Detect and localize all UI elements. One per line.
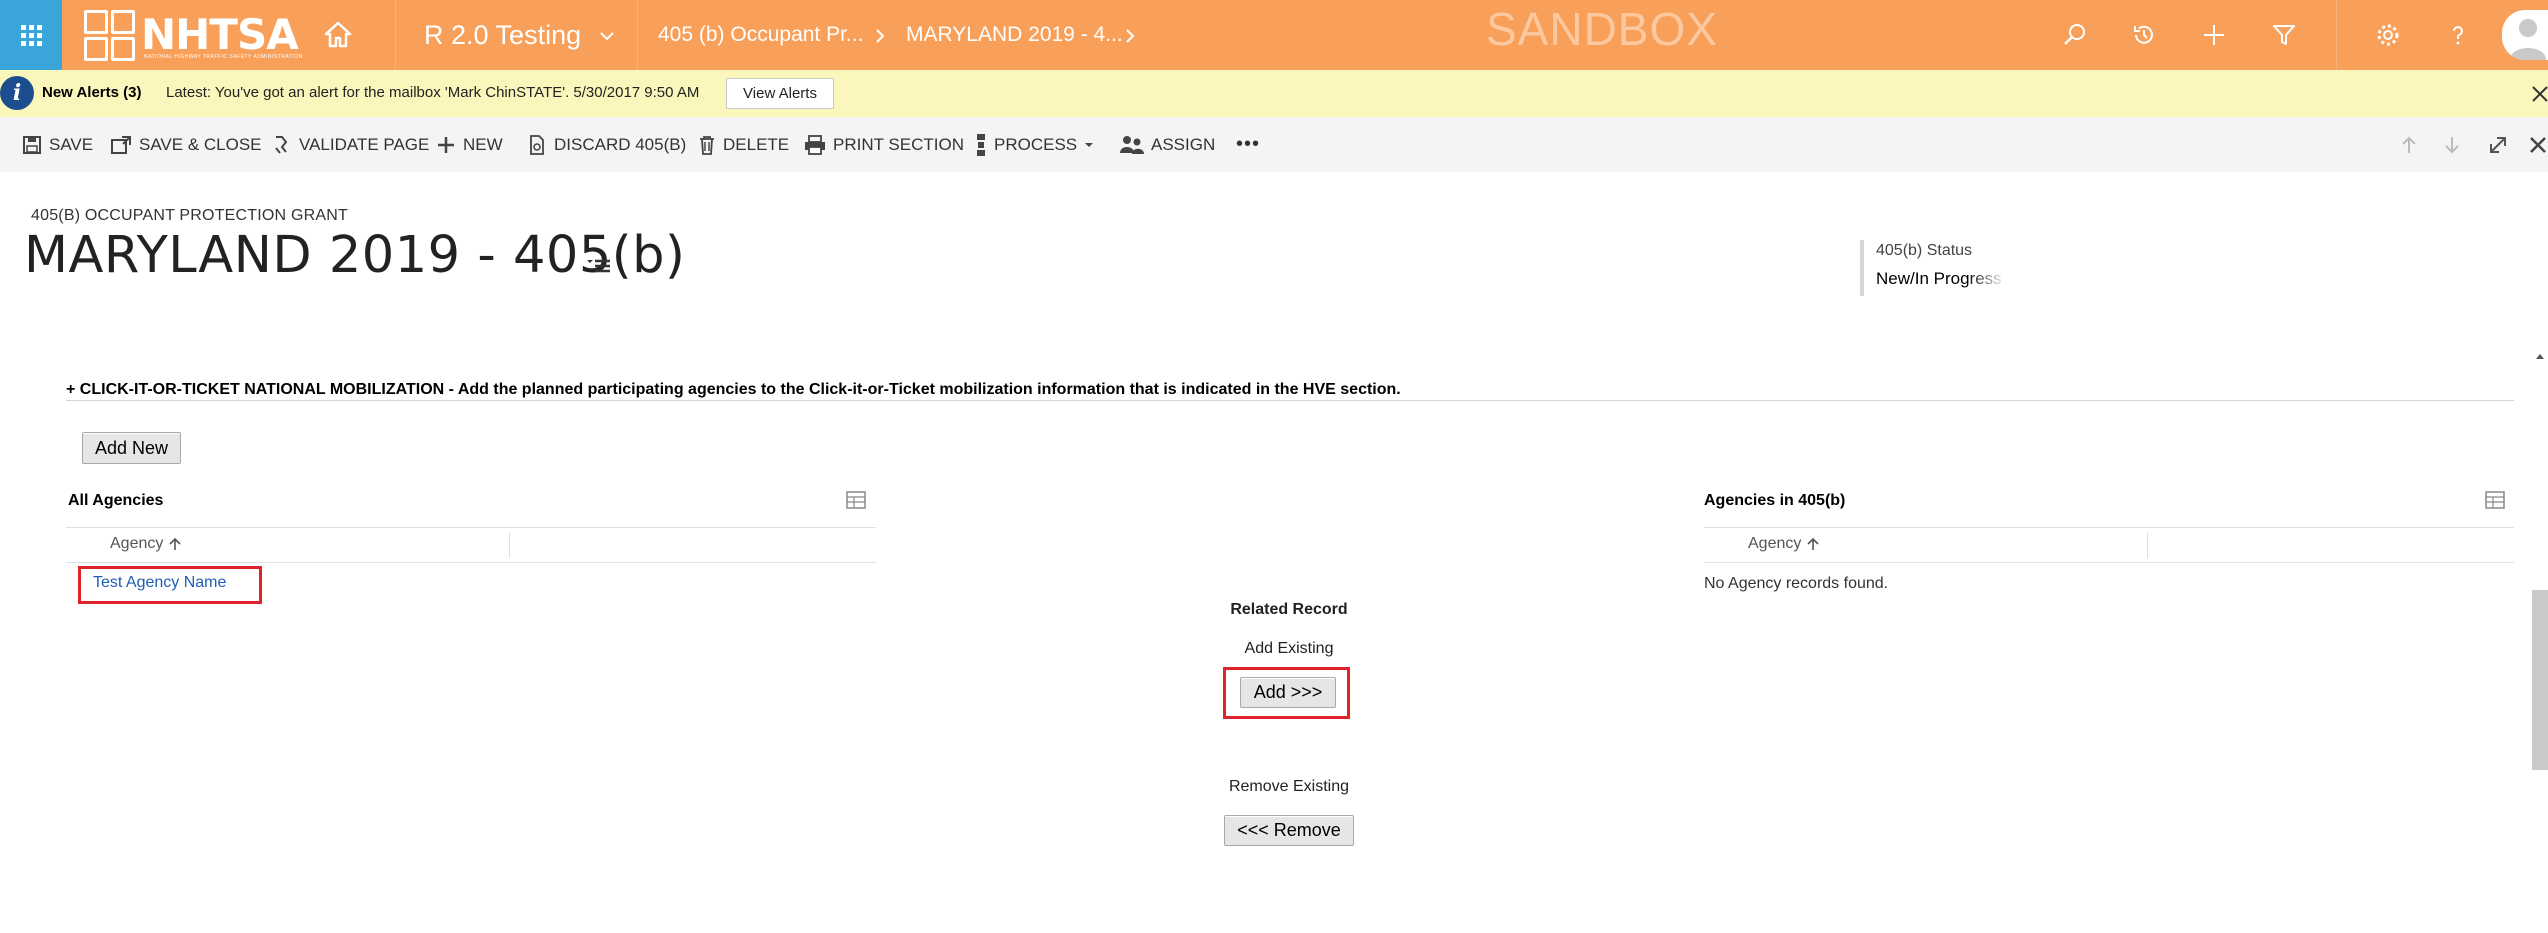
- agency-column-label: Agency: [1748, 535, 1802, 552]
- app-launcher-button[interactable]: [0, 0, 62, 70]
- discard-icon: [530, 134, 544, 155]
- logo-subtext: NATIONAL HIGHWAY TRAFFIC SAFETY ADMINIST…: [144, 54, 303, 60]
- add-new-button[interactable]: Add New: [82, 432, 181, 464]
- advanced-find-icon[interactable]: [2264, 15, 2304, 55]
- agencies-405b-title: Agencies in 405(b): [1704, 492, 1846, 509]
- discard-button[interactable]: DISCARD 405(B): [527, 117, 686, 172]
- breadcrumb-item[interactable]: 405 (b) Occupant Pr...: [658, 0, 863, 70]
- nhtsa-logo[interactable]: NHTSA NATIONAL HIGHWAY TRAFFIC SAFETY AD…: [84, 6, 314, 64]
- column-separator: [2147, 532, 2148, 558]
- new-label: NEW: [463, 134, 503, 154]
- all-agencies-title: All Agencies: [68, 492, 164, 509]
- section-header[interactable]: + CLICK-IT-OR-TICKET NATIONAL MOBILIZATI…: [66, 381, 2514, 405]
- process-label: PROCESS: [994, 134, 1078, 154]
- more-commands-button[interactable]: •••: [1236, 117, 1260, 172]
- top-nav-bar: NHTSA NATIONAL HIGHWAY TRAFFIC SAFETY AD…: [0, 0, 2548, 70]
- entity-name: 405(B) OCCUPANT PROTECTION GRANT: [31, 207, 348, 224]
- save-close-button[interactable]: SAVE & CLOSE: [110, 117, 262, 172]
- arrow-down-icon[interactable]: [2438, 131, 2466, 159]
- form-selector-icon[interactable]: [586, 254, 612, 276]
- agency-column-label: Agency: [110, 535, 164, 552]
- remove-button[interactable]: <<< Remove: [1224, 815, 1354, 846]
- sort-ascending-icon: [169, 537, 181, 550]
- nav-separator: [637, 0, 638, 70]
- popout-icon[interactable]: [2484, 131, 2512, 159]
- close-icon[interactable]: [2528, 82, 2548, 106]
- validate-page-label: VALIDATE PAGE: [299, 134, 430, 154]
- chevron-down-icon[interactable]: [593, 22, 621, 50]
- scroll-up-icon[interactable]: [2534, 350, 2546, 362]
- add-button[interactable]: Add >>>: [1240, 677, 1336, 708]
- settings-icon[interactable]: [2368, 15, 2408, 55]
- column-separator: [509, 532, 510, 558]
- process-icon: [977, 133, 985, 156]
- close-icon[interactable]: [2524, 131, 2548, 159]
- section-divider: [66, 400, 2514, 401]
- agency-link[interactable]: Test Agency Name: [93, 574, 226, 592]
- print-section-label: PRINT SECTION: [833, 134, 964, 154]
- arrow-up-icon[interactable]: [2395, 131, 2423, 159]
- save-close-label: SAVE & CLOSE: [139, 134, 262, 154]
- alert-bar: i New Alerts (3) Latest: You've got an a…: [0, 70, 2548, 117]
- print-icon: [805, 134, 825, 155]
- process-button[interactable]: PROCESS: [975, 117, 1094, 172]
- command-bar: SAVE SAVE & CLOSE VALIDATE PAGE NEW DISC…: [0, 117, 2548, 172]
- plus-icon: [438, 136, 454, 153]
- status-value: New/In Progress: [1876, 269, 2002, 288]
- logo-mark-icon: [84, 9, 135, 61]
- delete-label: DELETE: [723, 134, 790, 154]
- all-agencies-grid-header: Agency: [66, 527, 876, 563]
- grid-view-icon[interactable]: [2484, 490, 2506, 510]
- home-icon[interactable]: [318, 14, 358, 54]
- area-title[interactable]: R 2.0 Testing: [424, 0, 581, 70]
- save-label: SAVE: [49, 134, 94, 154]
- status-label: 405(b) Status: [1876, 242, 1973, 259]
- remove-existing-label: Remove Existing: [1228, 778, 1350, 795]
- environment-watermark: SANDBOX: [1486, 3, 1718, 55]
- alert-message: Latest: You've got an alert for the mail…: [166, 84, 700, 101]
- grid-view-icon[interactable]: [845, 490, 867, 510]
- alert-title[interactable]: New Alerts (3): [42, 84, 141, 101]
- chevron-right-icon: [1126, 29, 1135, 43]
- discard-label: DISCARD 405(B): [554, 134, 687, 154]
- empty-grid-message: No Agency records found.: [1704, 575, 1889, 592]
- nav-separator: [395, 0, 396, 70]
- validate-icon: [275, 135, 288, 154]
- save-icon: [23, 135, 41, 154]
- save-button[interactable]: SAVE: [22, 117, 93, 172]
- scrollbar-thumb[interactable]: [2532, 590, 2548, 770]
- related-record-heading: Related Record: [1230, 601, 1348, 618]
- assign-icon: [1120, 135, 1144, 154]
- delete-button[interactable]: DELETE: [698, 117, 789, 172]
- add-existing-label: Add Existing: [1244, 640, 1334, 657]
- create-icon[interactable]: [2194, 15, 2234, 55]
- view-alerts-button[interactable]: View Alerts: [726, 78, 834, 109]
- new-button[interactable]: NEW: [436, 117, 503, 172]
- caret-down-icon: [1085, 142, 1094, 147]
- print-section-button[interactable]: PRINT SECTION: [804, 117, 964, 172]
- assign-button[interactable]: ASSIGN: [1120, 117, 1215, 172]
- recent-icon[interactable]: [2124, 15, 2164, 55]
- search-icon[interactable]: [2055, 15, 2095, 55]
- trash-icon: [700, 135, 714, 155]
- agency-column-header[interactable]: Agency: [110, 535, 182, 553]
- agency-column-header[interactable]: Agency: [1748, 535, 1820, 553]
- info-icon: i: [0, 76, 34, 110]
- user-avatar-icon[interactable]: [2502, 10, 2548, 60]
- sort-ascending-icon: [1807, 537, 1819, 550]
- agencies-405b-grid-header: Agency: [1704, 527, 2514, 563]
- logo-text: NHTSA: [141, 10, 299, 59]
- assign-label: ASSIGN: [1151, 134, 1216, 154]
- validate-page-button[interactable]: VALIDATE PAGE: [272, 117, 429, 172]
- chevron-right-icon: [876, 29, 885, 43]
- save-close-icon: [111, 135, 131, 154]
- breadcrumb-item[interactable]: MARYLAND 2019 - 4...: [906, 0, 1123, 70]
- status-field: 405(b) Status New/In Progress: [1860, 240, 2010, 296]
- nav-separator: [2336, 0, 2337, 70]
- waffle-icon: [20, 24, 42, 46]
- help-icon[interactable]: [2438, 15, 2478, 55]
